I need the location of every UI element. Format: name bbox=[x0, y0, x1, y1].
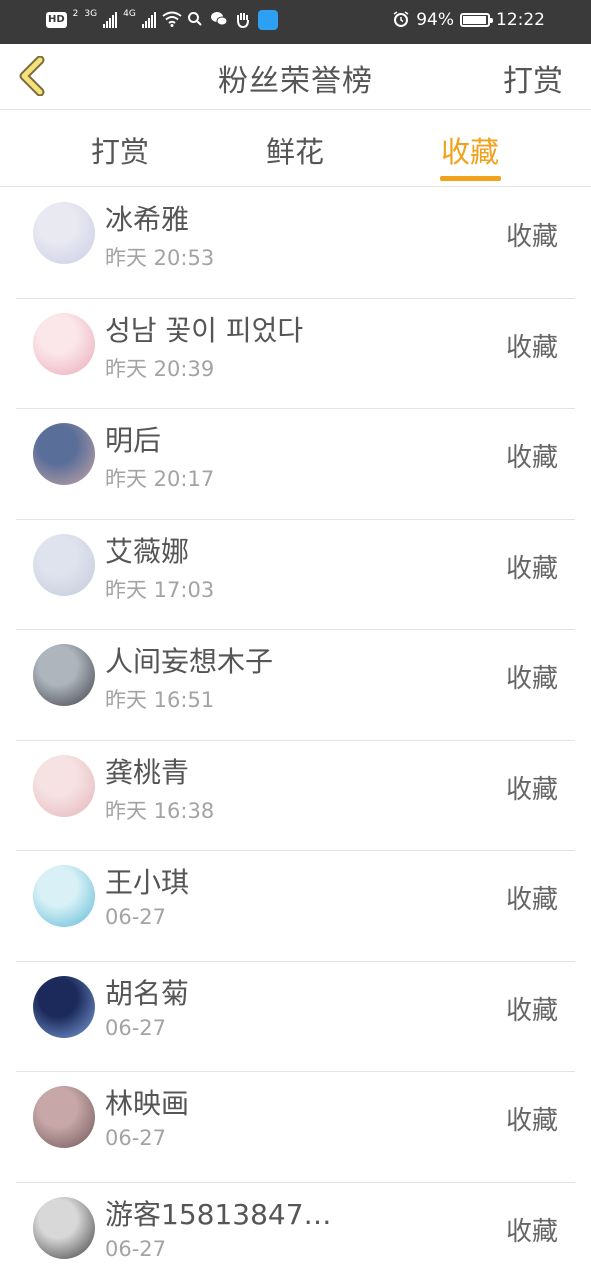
action-label: 收藏 bbox=[505, 332, 558, 363]
avatar[interactable] bbox=[33, 975, 95, 1038]
list-item[interactable]: 人间妄想木子昨天 16:51 收藏 bbox=[16, 630, 575, 741]
timestamp: 06-27 bbox=[105, 1236, 167, 1261]
timestamp: 06-27 bbox=[105, 1015, 167, 1040]
avatar[interactable] bbox=[33, 644, 95, 706]
action-label: 收藏 bbox=[505, 443, 558, 473]
timestamp: 昨天 20:53 bbox=[105, 246, 215, 270]
status-bar-left: HD 2 3G 4G bbox=[46, 9, 278, 30]
avatar[interactable] bbox=[33, 865, 95, 927]
timestamp: 06-27 bbox=[105, 1126, 167, 1150]
tab-bar: 打赏 鲜花 收藏 bbox=[0, 111, 591, 187]
tab-flowers[interactable]: 鲜花 bbox=[225, 129, 365, 171]
active-tab-indicator bbox=[440, 176, 501, 181]
list-item[interactable]: 龚桃青昨天 16:38 收藏 bbox=[16, 741, 575, 851]
avatar[interactable] bbox=[33, 533, 95, 596]
status-bar: HD 2 3G 4G 94% 12:22 bbox=[0, 0, 591, 44]
list-item[interactable]: 胡名菊 06-27 收藏 bbox=[16, 962, 575, 1072]
hand-icon bbox=[234, 11, 252, 29]
user-name: 胡名菊 bbox=[105, 976, 190, 1010]
list-item[interactable]: 林映画 06-27 收藏 bbox=[16, 1072, 575, 1183]
action-label: 收藏 bbox=[505, 885, 558, 915]
avatar[interactable] bbox=[33, 423, 95, 485]
user-name: 游客15813847… bbox=[105, 1197, 332, 1231]
timestamp: 昨天 16:51 bbox=[105, 688, 215, 712]
action-label: 收藏 bbox=[505, 1216, 558, 1247]
timestamp: 昨天 16:38 bbox=[105, 798, 215, 823]
timestamp: 昨天 20:17 bbox=[105, 467, 215, 491]
clock: 12:22 bbox=[496, 10, 545, 30]
list-item[interactable]: 明后昨天 20:17 收藏 bbox=[16, 409, 575, 520]
fan-list: 冰希雅 昨天 20:53 收藏 성남 꽃이 피었다 昨天 20:39 收藏 明后 昨天 2… bbox=[16, 188, 575, 1280]
avatar[interactable] bbox=[33, 312, 95, 375]
user-name: 冰希雅 bbox=[105, 203, 190, 236]
list-item[interactable]: 冰希雅昨天 20:53 收藏 bbox=[16, 188, 575, 299]
network-type-1: 3G bbox=[84, 9, 98, 19]
title-bar: 粉丝荣誉榜 打赏 bbox=[0, 44, 591, 110]
list-item[interactable]: 王小琪 06-27 收藏 bbox=[16, 851, 575, 962]
action-label: 收藏 bbox=[505, 774, 558, 805]
action-label: 收藏 bbox=[505, 664, 558, 694]
timestamp: 昨天 17:03 bbox=[105, 577, 215, 602]
timestamp: 昨天 20:39 bbox=[105, 356, 215, 381]
battery-level bbox=[463, 16, 486, 24]
action-label: 收藏 bbox=[505, 222, 558, 252]
avatar[interactable] bbox=[33, 1086, 95, 1148]
search-icon bbox=[186, 11, 204, 29]
user-name: 明后 bbox=[105, 424, 162, 457]
tab-favorites[interactable]: 收藏 bbox=[400, 129, 540, 171]
signal-icon bbox=[103, 12, 118, 28]
list-item[interactable]: 游客15813847… 06-27 收藏 bbox=[16, 1183, 575, 1280]
avatar[interactable] bbox=[33, 1196, 95, 1259]
hd-badge: HD bbox=[46, 12, 67, 28]
signal-icon-2 bbox=[141, 12, 156, 28]
battery-icon bbox=[460, 13, 493, 27]
list-item[interactable]: 艾薇娜昨天 17:03 收藏 bbox=[16, 520, 575, 630]
action-label: 收藏 bbox=[505, 553, 558, 584]
reward-button[interactable]: 打赏 bbox=[503, 56, 563, 100]
alarm-icon bbox=[392, 11, 410, 29]
timestamp: 06-27 bbox=[105, 905, 167, 929]
network-type-2: 4G bbox=[123, 9, 136, 19]
status-bar-right: 94% 12:22 bbox=[392, 10, 545, 30]
user-name: 王小琪 bbox=[105, 866, 190, 899]
user-name: 艾薇娜 bbox=[105, 534, 190, 568]
battery-percent: 94% bbox=[416, 10, 454, 30]
user-name: 林映画 bbox=[105, 1087, 190, 1120]
user-name: 龚桃青 bbox=[105, 755, 190, 789]
avatar[interactable] bbox=[33, 754, 95, 817]
wifi-icon bbox=[162, 11, 182, 29]
action-label: 收藏 bbox=[505, 995, 558, 1026]
list-item[interactable]: 성남 꽃이 피었다 昨天 20:39 收藏 bbox=[16, 299, 575, 409]
tab-reward[interactable]: 打赏 bbox=[50, 129, 190, 171]
wechat-icon bbox=[210, 11, 228, 29]
user-name: 人间妄想木子 bbox=[105, 645, 274, 678]
sim-badge: 2 bbox=[72, 9, 79, 19]
avatar[interactable] bbox=[33, 202, 95, 264]
action-label: 收藏 bbox=[505, 1106, 558, 1136]
app-notification-icon bbox=[257, 10, 278, 30]
user-name: 성남 꽃이 피었다 bbox=[105, 313, 304, 347]
